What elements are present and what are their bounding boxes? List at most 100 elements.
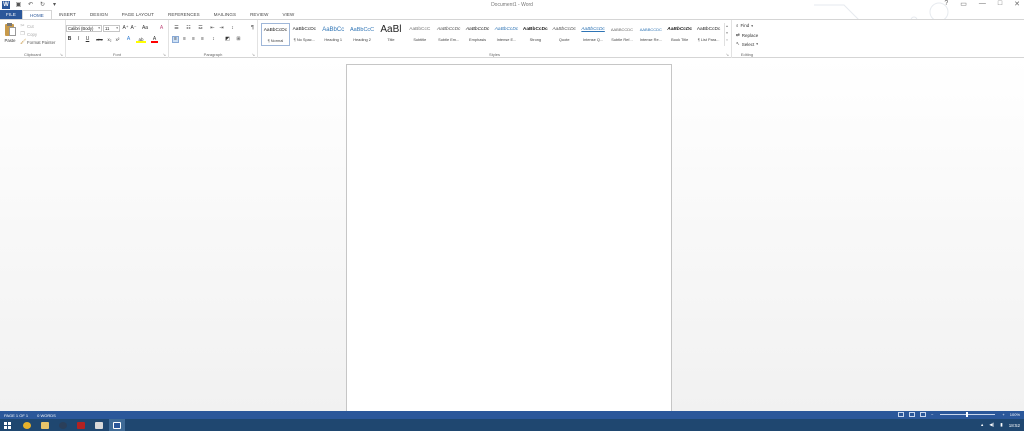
zoom-slider-thumb[interactable]: [966, 412, 969, 417]
word-count[interactable]: 0 WORDS: [37, 413, 56, 418]
shrink-font-button[interactable]: A⁻: [130, 25, 137, 32]
select-button[interactable]: ↖ Select ▾: [736, 41, 758, 47]
steam-icon[interactable]: [55, 419, 71, 431]
clock[interactable]: 18:52: [1009, 423, 1020, 428]
decrease-indent-icon[interactable]: ⇤: [209, 25, 216, 32]
show-hide-button[interactable]: ¶: [249, 25, 256, 32]
style-strong[interactable]: AaBbCcDc Strong: [521, 23, 550, 46]
read-mode-icon[interactable]: [898, 412, 905, 417]
tab-view[interactable]: VIEW: [275, 10, 301, 19]
ribbon-display-icon[interactable]: ▭: [960, 0, 967, 8]
underline-button[interactable]: U: [84, 36, 91, 43]
highlight-button[interactable]: ab: [136, 36, 146, 43]
paste-button[interactable]: Paste: [3, 23, 17, 49]
minimize-icon[interactable]: —: [979, 0, 986, 8]
change-case-button[interactable]: Aa: [140, 25, 150, 32]
zoom-out-icon[interactable]: −: [931, 412, 933, 417]
style-heading-2[interactable]: AaBbCcC Heading 2: [348, 23, 377, 46]
more-icon[interactable]: ▿: [725, 37, 729, 44]
bullets-icon[interactable]: ☰: [172, 25, 181, 32]
outlook-icon[interactable]: [91, 419, 107, 431]
style-intense-reference[interactable]: AABBCCDC Intense Re...: [636, 23, 665, 46]
font-launcher-icon[interactable]: ↘: [163, 52, 166, 57]
tab-references[interactable]: REFERENCES: [161, 10, 207, 19]
align-center-icon[interactable]: ≡: [181, 36, 188, 43]
find-button[interactable]: ⌕ Find ▾: [736, 23, 753, 28]
grow-font-button[interactable]: A⁺: [122, 25, 129, 32]
justify-icon[interactable]: ≡: [199, 36, 206, 43]
font-name-value: Calibri (Body): [68, 26, 94, 31]
font-size-combo[interactable]: 11 ▾: [103, 25, 120, 32]
style-no-spacing[interactable]: AaBbCcDc ¶ No Spac...: [290, 23, 319, 46]
maximize-icon[interactable]: □: [998, 0, 1002, 8]
clear-formatting-button[interactable]: A: [158, 25, 165, 32]
align-right-icon[interactable]: ≡: [190, 36, 197, 43]
strikethrough-button[interactable]: abc: [95, 36, 104, 43]
shading-icon[interactable]: ◩: [224, 36, 231, 43]
styles-group-label: Styles: [489, 52, 500, 57]
numbering-icon[interactable]: ☷: [184, 25, 193, 32]
multilevel-list-icon[interactable]: ☲: [196, 25, 205, 32]
zoom-slider[interactable]: [940, 412, 996, 417]
print-layout-icon[interactable]: [909, 412, 916, 417]
styles-gallery-scroll[interactable]: ▴ ▾ ▿: [724, 23, 729, 46]
style-subtle-reference[interactable]: AABBCCDC Subtle Ref...: [608, 23, 637, 46]
tab-design[interactable]: DESIGN: [83, 10, 115, 19]
tab-file[interactable]: FILE: [0, 10, 22, 19]
borders-icon[interactable]: ⊞: [235, 36, 242, 43]
tab-home[interactable]: HOME: [22, 10, 52, 19]
text-effects-button[interactable]: A: [125, 36, 132, 43]
font-color-button[interactable]: A: [151, 36, 158, 43]
superscript-button[interactable]: x²: [114, 36, 121, 43]
align-left-icon[interactable]: ≡: [172, 36, 179, 43]
zoom-in-icon[interactable]: +: [1002, 412, 1004, 417]
style-intense-quote[interactable]: AaBbCcDc Intense Q...: [579, 23, 608, 46]
style-subtle-emphasis[interactable]: AaBbCcDc Subtle Em...: [434, 23, 463, 46]
subscript-button[interactable]: x₂: [106, 36, 113, 43]
style-subtitle[interactable]: AaBbCcC Subtitle: [405, 23, 434, 46]
italic-button[interactable]: I: [75, 36, 82, 43]
copy-button[interactable]: ❐ Copy: [20, 31, 37, 37]
document-page[interactable]: [346, 64, 672, 414]
network-icon[interactable]: ▮: [1000, 422, 1002, 428]
tab-insert[interactable]: INSERT: [52, 10, 83, 19]
increase-indent-icon[interactable]: ⇥: [218, 25, 225, 32]
bold-button[interactable]: B: [66, 36, 73, 43]
sort-icon[interactable]: ↕: [229, 25, 236, 32]
style-normal[interactable]: AaBbCcDc ¶ Normal: [261, 23, 290, 46]
file-explorer-icon[interactable]: [37, 419, 53, 431]
font-name-combo[interactable]: Calibri (Body) ▾: [66, 25, 102, 32]
zoom-level[interactable]: 100%: [1010, 412, 1020, 417]
cut-button[interactable]: ✂ Cut: [20, 23, 33, 29]
help-icon[interactable]: ?: [944, 0, 948, 8]
line-spacing-icon[interactable]: ↕: [210, 36, 217, 43]
style-quote[interactable]: AaBbCcDc Quote: [550, 23, 579, 46]
font-group-label: Font: [112, 52, 121, 57]
styles-launcher-icon[interactable]: ↘: [726, 52, 729, 57]
volume-icon[interactable]: ◀): [989, 422, 994, 428]
tray-arrow-icon[interactable]: ▴: [981, 422, 983, 428]
close-icon[interactable]: ✕: [1014, 0, 1020, 8]
tab-review[interactable]: REVIEW: [243, 10, 275, 19]
clipboard-launcher-icon[interactable]: ↘: [60, 52, 63, 57]
windows-start-icon[interactable]: [4, 422, 11, 429]
style-heading-1[interactable]: AaBbCc Heading 1: [319, 23, 348, 46]
style-list-paragraph[interactable]: AaBbCcDc ¶ List Para...: [694, 23, 723, 46]
chevron-up-icon[interactable]: ▴: [725, 23, 729, 30]
format-painter-button[interactable]: 🖌 Format Painter: [20, 39, 55, 45]
tab-page-layout[interactable]: PAGE LAYOUT: [115, 10, 161, 19]
tab-mailings[interactable]: MAILINGS: [207, 10, 243, 19]
style-title[interactable]: AaBl Title: [377, 23, 406, 46]
page-count[interactable]: PAGE 1 OF 1: [4, 413, 28, 418]
replace-button[interactable]: ⇄ Replace: [736, 32, 758, 38]
chrome-icon[interactable]: [19, 419, 35, 431]
web-layout-icon[interactable]: [920, 412, 927, 417]
paragraph-group: ☰ ☷ ☲ ⇤ ⇥ ↕ ¶ ≡ ≡ ≡ ≡ ↕ ◩ ⊞ Paragraph ↘: [169, 20, 258, 58]
style-intense-emphasis[interactable]: AaBbCcDc Intense E...: [492, 23, 521, 46]
chevron-down-icon[interactable]: ▾: [725, 30, 729, 37]
paragraph-launcher-icon[interactable]: ↘: [252, 52, 255, 57]
word-taskbar-icon[interactable]: [109, 419, 125, 431]
filezilla-icon[interactable]: [73, 419, 89, 431]
style-emphasis[interactable]: AaBbCcDc Emphasis: [463, 23, 492, 46]
style-book-title[interactable]: AaBbCcDc Book Title: [665, 23, 694, 46]
